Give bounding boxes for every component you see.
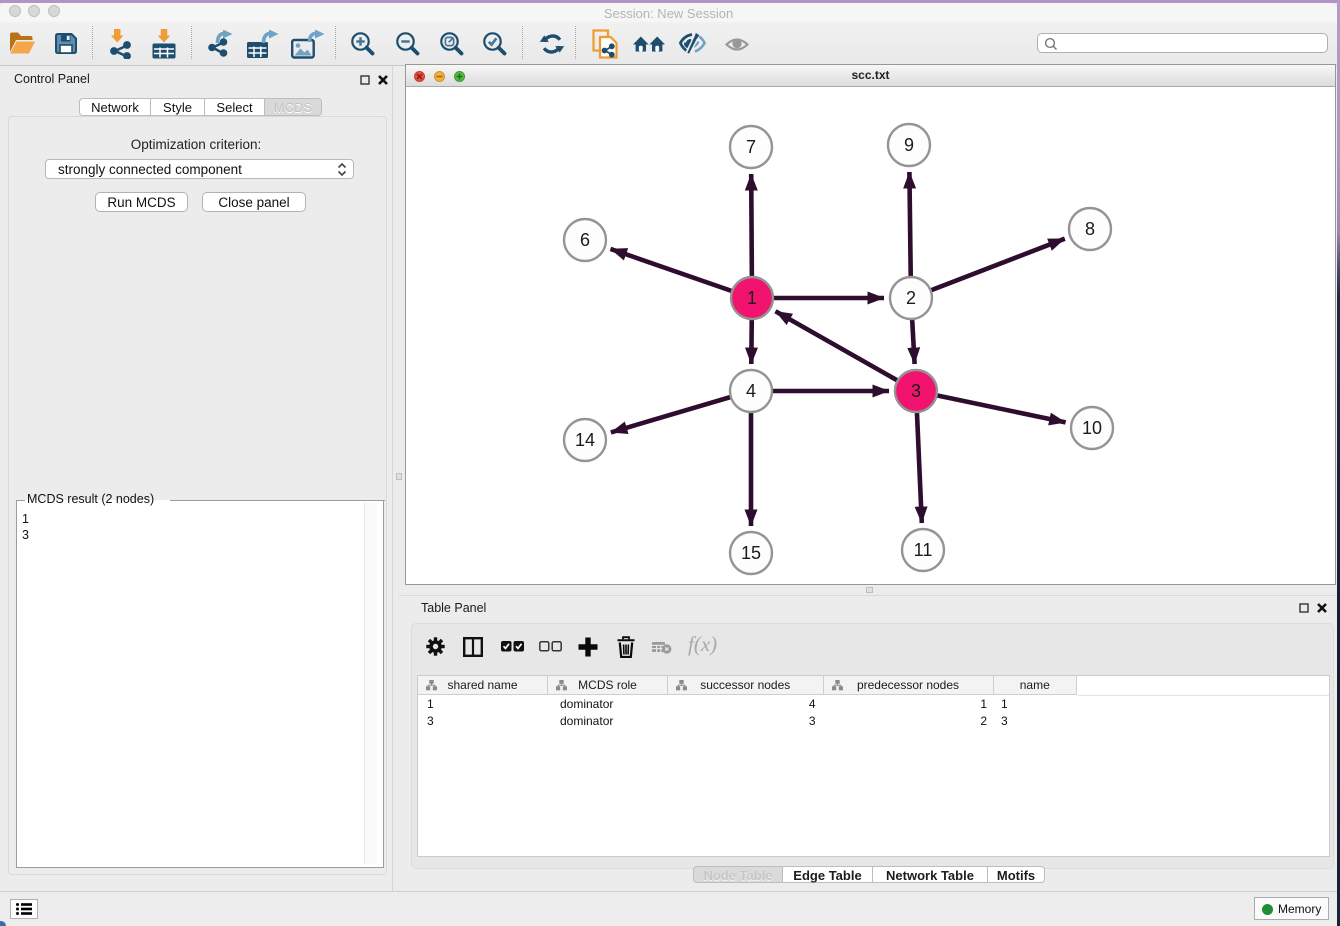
svg-text:14: 14 [575,430,595,450]
svg-text:1: 1 [747,288,757,308]
svg-text:10: 10 [1082,418,1102,438]
svg-text:6: 6 [580,230,590,250]
svg-text:2: 2 [906,288,916,308]
svg-text:15: 15 [741,543,761,563]
svg-text:11: 11 [914,540,933,560]
svg-text:8: 8 [1085,219,1095,239]
svg-text:9: 9 [904,135,914,155]
svg-text:7: 7 [746,137,756,157]
svg-text:4: 4 [746,381,756,401]
svg-text:3: 3 [911,381,921,401]
